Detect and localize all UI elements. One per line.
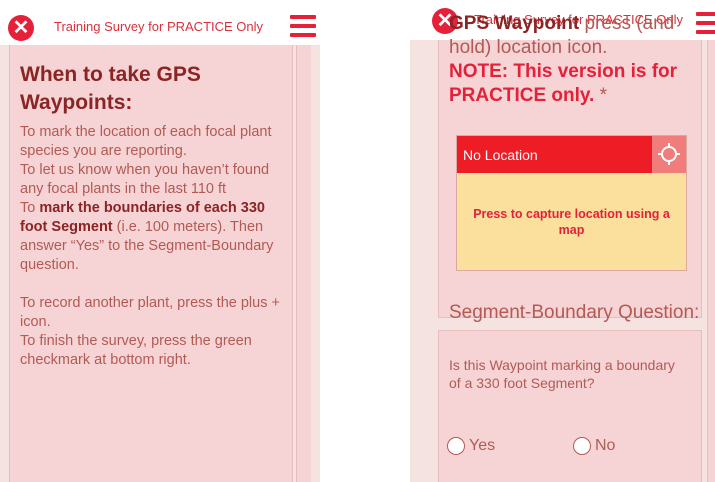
instruction-line: To record another plant, press the plus …: [20, 295, 280, 330]
gps-question-label: GPS Waypoint press (and hold) location i…: [449, 13, 678, 106]
location-status: No Location: [463, 147, 538, 163]
next-card-edge: [296, 45, 311, 482]
segment-question-title: Segment-Boundary Question:: [449, 302, 700, 323]
left-screen: ✕ Training Survey for PRACTICE Only When…: [0, 0, 320, 482]
header-title: Training Survey for PRACTICE Only: [54, 19, 264, 34]
location-widget[interactable]: No Location Press to capture location us…: [456, 135, 687, 271]
required-marker: *: [594, 85, 608, 106]
radio-yes-label: Yes: [469, 437, 496, 454]
radio-circle[interactable]: [447, 437, 465, 455]
content-area[interactable]: When to take GPS Waypoints: To mark the …: [0, 45, 320, 482]
capture-text: Press to capture location using a map: [473, 206, 670, 237]
instruction-line: To mark the boundaries of each 330 foot …: [20, 200, 274, 273]
app-header: ✕ Training Survey for PRACTICE Only: [0, 0, 320, 41]
segment-question-text: Is this Waypoint marking a boundary of a…: [449, 357, 675, 391]
segment-question-card: [438, 330, 702, 482]
instruction-line: To mark the location of each focal plant…: [20, 124, 272, 159]
next-card-edge: [707, 40, 715, 482]
gps-locate-icon: [658, 143, 680, 165]
gps-locate-button[interactable]: [652, 136, 686, 173]
right-screen: ✕ Training Survey for PRACTICE Only GPS …: [410, 0, 715, 482]
radio-no[interactable]: No: [573, 437, 615, 455]
practice-note: NOTE: This version is for PRACTICE only.: [449, 61, 678, 106]
radio-circle[interactable]: [573, 437, 591, 455]
instructions-heading: When to take GPS Waypoints:: [20, 63, 201, 114]
instructions-body: To mark the location of each focal plant…: [20, 123, 280, 370]
menu-icon[interactable]: [290, 15, 316, 37]
radio-no-label: No: [595, 437, 616, 454]
location-bar: No Location: [457, 136, 686, 173]
radio-yes[interactable]: Yes: [447, 437, 495, 455]
close-icon[interactable]: ✕: [8, 15, 34, 41]
instruction-line: To let us know when you haven’t found an…: [20, 162, 270, 197]
instruction-line: To finish the survey, press the green ch…: [20, 333, 252, 368]
capture-location-button[interactable]: Press to capture location using a map: [457, 173, 686, 270]
